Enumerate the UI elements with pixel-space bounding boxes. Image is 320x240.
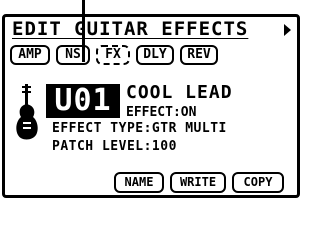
patch-name: COOL LEAD	[126, 82, 233, 103]
tab-dly[interactable]: DLY	[136, 45, 174, 65]
guitar-icon	[14, 84, 40, 148]
patch-number[interactable]: U01	[46, 84, 120, 118]
effect-state: EFFECT:ON	[126, 105, 197, 120]
callout-line	[82, 0, 85, 62]
tab-amp[interactable]: AMP	[10, 45, 50, 65]
page-title: EDIT GUITAR EFFECTS	[12, 18, 249, 40]
name-button[interactable]: NAME	[114, 172, 164, 193]
copy-button[interactable]: COPY	[232, 172, 284, 193]
tab-fx[interactable]: FX	[96, 45, 130, 65]
arrow-right-icon[interactable]	[284, 24, 291, 36]
effect-type-row[interactable]: EFFECT TYPE:GTR MULTI	[52, 121, 227, 136]
tab-rev[interactable]: REV	[180, 45, 218, 65]
write-button[interactable]: WRITE	[170, 172, 226, 193]
patch-level-row[interactable]: PATCH LEVEL:100	[52, 139, 177, 154]
